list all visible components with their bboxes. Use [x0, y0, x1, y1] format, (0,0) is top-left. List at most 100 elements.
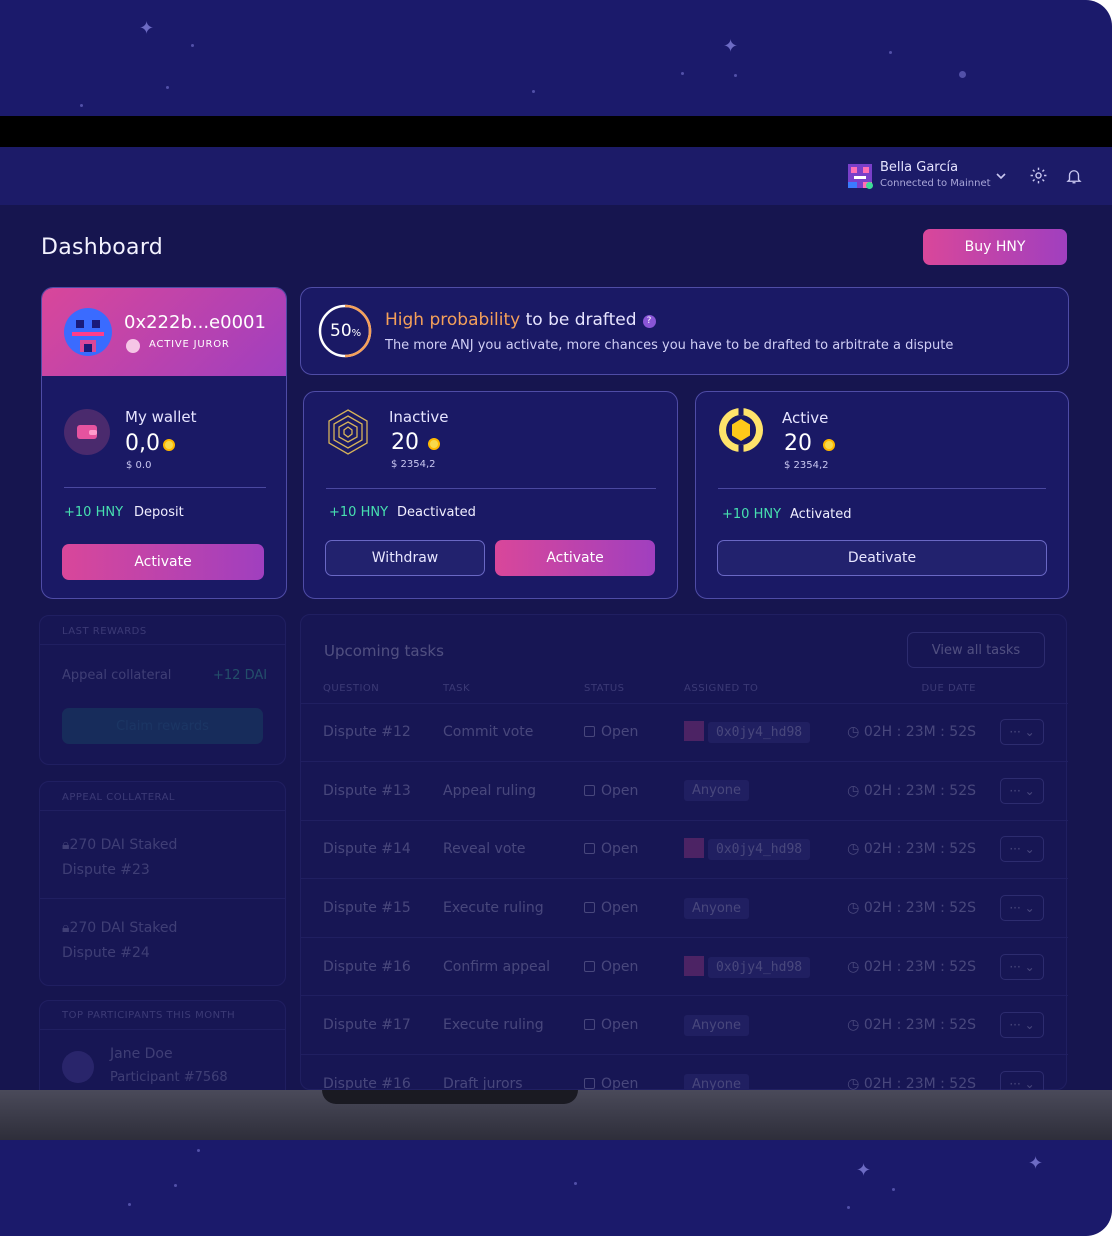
sparkle-icon: ✦ — [1028, 1153, 1044, 1174]
task-name: Appeal ruling — [421, 761, 562, 821]
participant-name: Jane Doe — [110, 1046, 173, 1062]
bell-icon[interactable] — [1065, 166, 1083, 186]
reward-item-label: Appeal collateral — [62, 668, 172, 683]
star-dot — [734, 74, 737, 77]
assigned-pill: 0x0jy4_hd98 — [708, 956, 811, 978]
more-actions-button[interactable]: ··· ⌄ — [1000, 1071, 1044, 1090]
hny-token-icon — [428, 438, 440, 450]
user-name: Bella García — [880, 160, 959, 175]
task-assigned: Anyone — [662, 1054, 822, 1090]
divider — [64, 487, 266, 488]
column-header: ASSIGNED TO — [684, 683, 759, 695]
table-row[interactable]: Dispute #17 Execute ruling Open Anyone ◷ 02H… — [301, 995, 1068, 1055]
top-bar: Bella García Connected to Mainnet — [0, 147, 1112, 205]
sparkle-icon: ✦ — [723, 36, 739, 57]
column-header: TASK — [443, 683, 471, 695]
star-dot — [191, 44, 194, 47]
table-row[interactable]: Dispute #16 Draft jurors Open Anyone ◷ 02H :… — [301, 1054, 1068, 1090]
task-actions: ··· ⌄ — [978, 819, 1068, 879]
inactive-token-icon — [328, 409, 368, 455]
task-due: ◷ 02H : 23M : 52S — [822, 702, 978, 762]
active-label: Active — [782, 409, 829, 427]
star-dot — [80, 104, 83, 107]
view-all-tasks-button[interactable]: View all tasks — [907, 632, 1045, 668]
task-status: Open — [562, 995, 662, 1055]
task-due: ◷ 02H : 23M : 52S — [822, 1054, 978, 1090]
task-question: Dispute #13 — [301, 761, 421, 821]
withdraw-button[interactable]: Withdraw — [325, 540, 485, 576]
task-due: ◷ 02H : 23M : 52S — [822, 936, 978, 996]
star-dot — [574, 1182, 577, 1185]
activate-button[interactable]: Activate — [62, 544, 264, 580]
collateral-dispute: Dispute #24 — [62, 945, 150, 961]
task-actions: ··· ⌄ — [978, 1054, 1068, 1090]
tasks-table: QUESTION TASK STATUS ASSIGNED TO DUE DAT… — [301, 675, 1068, 1090]
divider — [40, 898, 285, 899]
top-participants-panel: TOP PARTICIPANTS THIS MONTH Jane Doe Par… — [39, 1000, 286, 1090]
chevron-down-icon[interactable] — [995, 171, 1007, 181]
task-assigned: Anyone — [662, 878, 822, 938]
participant-avatar — [62, 1051, 94, 1083]
task-name: Execute ruling — [421, 878, 562, 938]
gear-icon[interactable] — [1029, 166, 1048, 185]
last-rewards-panel: LAST REWARDS Appeal collateral +12 DAI C… — [39, 615, 286, 765]
table-row[interactable]: Dispute #15 Execute ruling Open Anyone ◷ 02H… — [301, 878, 1068, 938]
task-question: Dispute #14 — [301, 819, 421, 879]
wallet-amount: 0,0 — [125, 431, 160, 456]
collateral-staked: 🔒︎270 DAI Staked — [62, 920, 178, 936]
star-dot — [892, 1188, 895, 1191]
claim-rewards-button[interactable]: Claim rewards — [62, 708, 263, 744]
more-actions-button[interactable]: ··· ⌄ — [1000, 777, 1044, 804]
clock-icon: ◷ — [847, 900, 864, 917]
sparkle-icon: ✦ — [856, 1160, 872, 1181]
hny-token-icon — [823, 439, 835, 451]
divider — [326, 488, 656, 489]
checkbox-icon — [584, 902, 595, 914]
more-actions-button[interactable]: ··· ⌄ — [1000, 836, 1044, 863]
clock-icon: ◷ — [847, 958, 864, 975]
deactivate-button[interactable]: Deativate — [717, 540, 1047, 576]
inactive-recent-amount: +10 HNY — [329, 505, 389, 520]
column-header: QUESTION — [323, 683, 380, 695]
table-row[interactable]: Dispute #16 Confirm appeal Open 0x0jy4_hd98… — [301, 936, 1068, 996]
task-assigned: Anyone — [662, 761, 822, 821]
task-assigned: 0x0jy4_hd98 — [662, 936, 822, 996]
panel-header: LAST REWARDS — [62, 626, 147, 637]
probability-card: 50% High probability to be drafted? The … — [300, 287, 1069, 375]
task-actions: ··· ⌄ — [978, 702, 1068, 762]
star-dot — [889, 51, 892, 54]
activate-button[interactable]: Activate — [495, 540, 655, 576]
more-actions-button[interactable]: ··· ⌄ — [1000, 1012, 1044, 1039]
buy-hny-button[interactable]: Buy HNY — [923, 229, 1067, 265]
help-icon[interactable]: ? — [642, 315, 656, 328]
more-actions-button[interactable]: ··· ⌄ — [1000, 895, 1044, 922]
table-row[interactable]: Dispute #14 Reveal vote Open 0x0jy4_hd98 ◷ 0… — [301, 819, 1068, 879]
inactive-usd: $ 2354,2 — [391, 459, 436, 470]
task-assigned: Anyone — [662, 995, 822, 1055]
active-recent-amount: +10 HNY — [722, 507, 782, 522]
device-frame: ✦ ✦ ✦ ✦ Bella García Connected to Mainne… — [0, 0, 1112, 1236]
recent-label: Deposit — [134, 505, 184, 520]
star-dot — [681, 72, 684, 75]
active-usd: $ 2354,2 — [784, 460, 829, 471]
probability-percent: 50% — [330, 321, 362, 341]
device-top-bezel — [0, 116, 1112, 147]
network-status: Connected to Mainnet — [880, 178, 991, 189]
star-dot — [128, 1203, 131, 1206]
checkbox-icon — [584, 1019, 595, 1031]
assigned-pill: Anyone — [684, 1073, 750, 1090]
checkbox-icon — [584, 726, 595, 738]
more-actions-button[interactable]: ··· ⌄ — [1000, 953, 1044, 980]
table-row[interactable]: Dispute #13 Appeal ruling Open Anyone ◷ 02H … — [301, 761, 1068, 821]
panel-header: APPEAL COLLATERAL — [62, 792, 175, 803]
clock-icon: ◷ — [847, 724, 864, 741]
table-row[interactable]: Dispute #12 Commit vote Open 0x0jy4_hd98 ◷ 0… — [301, 702, 1068, 762]
task-name: Confirm appeal — [421, 936, 562, 996]
checkbox-icon — [584, 784, 595, 796]
column-header: DUE DATE — [921, 683, 976, 695]
more-actions-button[interactable]: ··· ⌄ — [1000, 719, 1044, 746]
column-header: STATUS — [584, 683, 625, 695]
juror-avatar — [64, 308, 112, 356]
task-name: Reveal vote — [421, 819, 562, 879]
probability-description: The more ANJ you activate, more chances … — [385, 338, 954, 353]
